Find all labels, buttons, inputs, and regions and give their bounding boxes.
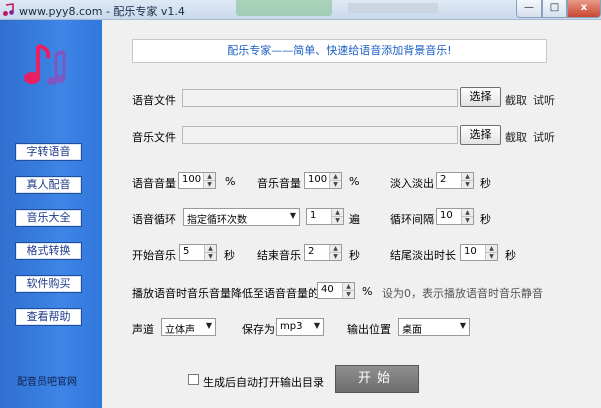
minimize-button[interactable]: — [516, 0, 542, 18]
auto-open-label: 生成后自动打开输出目录 [203, 376, 324, 389]
auto-open-checkbox[interactable] [188, 374, 199, 385]
sidebar-footer-link[interactable]: 配音员吧官网 [17, 373, 77, 388]
loop-interval-unit: 秒 [480, 213, 491, 226]
channel-label: 声道 [132, 323, 154, 336]
end-music-unit: 秒 [349, 249, 360, 262]
voice-loop-count-stepper[interactable]: 1 ▲ ▼ [306, 208, 344, 225]
voice-volume-stepper[interactable]: 100 ▲ ▼ [178, 172, 216, 189]
fade-unit: 秒 [480, 177, 491, 190]
chevron-down-icon: ▼ [313, 321, 320, 330]
music-volume-stepper[interactable]: 100 ▲ ▼ [304, 172, 342, 189]
loop-interval-stepper[interactable]: 10 ▲ ▼ [436, 208, 474, 225]
end-fade-unit: 秒 [505, 249, 516, 262]
main-panel: 配乐专家——简单、快速给语音添加背景音乐! 语音文件 选择 截取 试听 音乐文件… [102, 20, 601, 408]
voice-loop-unit: 遍 [349, 213, 360, 226]
save-as-label: 保存为 [242, 323, 275, 336]
maximize-button[interactable]: □ [542, 0, 567, 18]
end-music-label: 结束音乐 [257, 249, 301, 262]
duck-volume-unit: % [362, 285, 373, 298]
app-icon [3, 3, 14, 16]
end-fade-label: 结尾淡出时长 [390, 249, 456, 262]
music-volume-unit: % [349, 175, 360, 188]
loop-interval-label: 循环间隔 [390, 213, 434, 226]
fade-stepper[interactable]: 2 ▲ ▼ [436, 172, 474, 189]
sidebar-item-format-convert[interactable]: 格式转换 [15, 242, 82, 260]
start-music-unit: 秒 [224, 249, 235, 262]
save-as-select[interactable]: mp3 ▼ [276, 318, 324, 336]
sidebar-item-purchase[interactable]: 软件购买 [15, 275, 82, 293]
title-ghost-shape [236, 0, 332, 16]
start-music-label: 开始音乐 [132, 249, 176, 262]
voice-cut-link[interactable]: 截取 [505, 92, 527, 108]
music-note-logo-icon [24, 44, 66, 85]
chevron-down-icon: ▼ [289, 211, 296, 220]
music-file-path-input[interactable] [182, 126, 458, 144]
channel-select[interactable]: 立体声 ▼ [161, 318, 216, 336]
output-location-select[interactable]: 桌面 ▼ [398, 318, 470, 336]
fade-label: 淡入淡出 [390, 177, 434, 190]
music-cut-link[interactable]: 截取 [505, 129, 527, 145]
music-listen-link[interactable]: 试听 [533, 129, 555, 145]
voice-file-label: 语音文件 [132, 94, 176, 107]
voice-volume-unit: % [225, 175, 236, 188]
title-ghost-shape-2 [348, 3, 438, 13]
output-location-label: 输出位置 [347, 323, 391, 336]
sidebar-item-text-to-speech[interactable]: 字转语音 [15, 143, 82, 161]
music-volume-label: 音乐音量 [257, 177, 301, 190]
start-button[interactable]: 开始 [335, 365, 419, 393]
chevron-down-icon: ▼ [205, 321, 212, 330]
title-bar: www.pyy8.com - 配乐专家 v1.4 — □ x [0, 0, 601, 20]
duck-volume-label: 播放语音时音乐音量降低至语音音量的 [132, 287, 319, 300]
voice-listen-link[interactable]: 试听 [533, 92, 555, 108]
chevron-down-icon: ▼ [459, 321, 466, 330]
close-button[interactable]: x [567, 0, 601, 18]
duck-volume-hint: 设为0，表示播放语音时音乐静音 [382, 287, 543, 300]
voice-loop-select[interactable]: 指定循环次数 ▼ [183, 208, 300, 226]
sidebar-item-help[interactable]: 查看帮助 [15, 308, 82, 326]
music-file-select-button[interactable]: 选择 [460, 125, 501, 145]
banner: 配乐专家——简单、快速给语音添加背景音乐! [132, 39, 547, 63]
end-music-stepper[interactable]: 2 ▲ ▼ [304, 244, 342, 261]
voice-volume-label: 语音音量 [132, 177, 176, 190]
end-fade-stepper[interactable]: 10 ▲ ▼ [460, 244, 498, 261]
window-title: www.pyy8.com - 配乐专家 v1.4 [19, 5, 185, 18]
sidebar: 字转语音 真人配音 音乐大全 格式转换 软件购买 查看帮助 配音员吧官网 [0, 20, 102, 408]
start-music-stepper[interactable]: 5 ▲ ▼ [179, 244, 217, 261]
voice-loop-label: 语音循环 [132, 213, 176, 226]
music-file-label: 音乐文件 [132, 131, 176, 144]
voice-file-select-button[interactable]: 选择 [460, 87, 501, 107]
sidebar-item-music-library[interactable]: 音乐大全 [15, 209, 82, 227]
voice-file-path-input[interactable] [182, 89, 458, 107]
sidebar-item-human-voice[interactable]: 真人配音 [15, 176, 82, 194]
duck-volume-stepper[interactable]: 40 ▲ ▼ [317, 282, 355, 299]
